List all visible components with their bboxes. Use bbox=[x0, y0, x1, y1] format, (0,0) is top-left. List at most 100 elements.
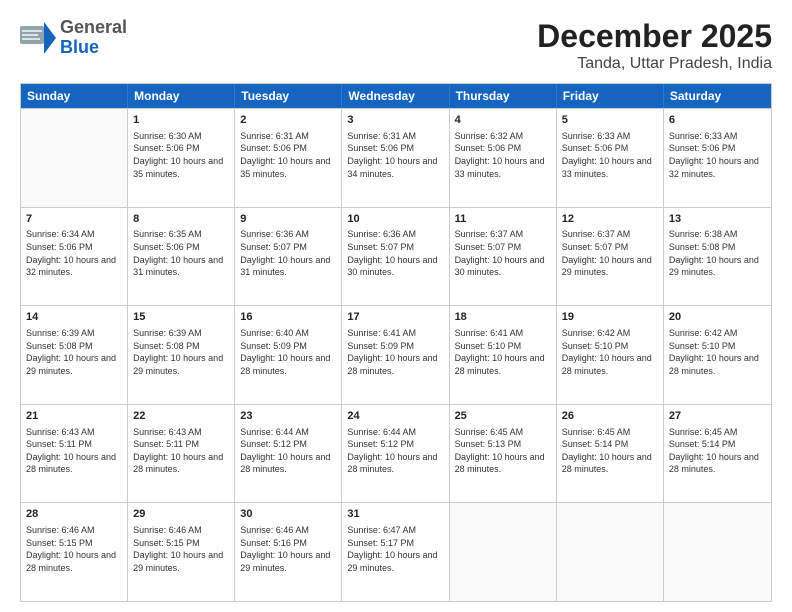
page: General Blue December 2025 Tanda, Uttar … bbox=[0, 0, 792, 612]
day-number: 11 bbox=[455, 212, 551, 227]
calendar-cell: 22 Sunrise: 6:43 AM Sunset: 5:11 PM Dayli… bbox=[128, 405, 235, 503]
header-day-tuesday: Tuesday bbox=[235, 84, 342, 108]
calendar-cell: 24 Sunrise: 6:44 AM Sunset: 5:12 PM Dayli… bbox=[342, 405, 449, 503]
calendar-cell: 10Sunrise: 6:36 AM Sunset: 5:07 PM Dayli… bbox=[342, 208, 449, 306]
day-number: 10 bbox=[347, 212, 443, 227]
calendar-cell: 16Sunrise: 6:40 AM Sunset: 5:09 PM Dayli… bbox=[235, 306, 342, 404]
calendar-cell: 7Sunrise: 6:34 AM Sunset: 5:06 PM Daylig… bbox=[21, 208, 128, 306]
day-number: 23 bbox=[240, 409, 336, 424]
day-number: 21 bbox=[26, 409, 122, 424]
calendar: SundayMondayTuesdayWednesdayThursdayFrid… bbox=[20, 83, 772, 602]
logo-general: General bbox=[60, 18, 127, 38]
cell-info: Sunrise: 6:44 AM Sunset: 5:12 PM Dayligh… bbox=[240, 426, 336, 476]
calendar-cell: 23 Sunrise: 6:44 AM Sunset: 5:12 PM Dayli… bbox=[235, 405, 342, 503]
cell-info: Sunrise: 6:39 AM Sunset: 5:08 PM Dayligh… bbox=[133, 327, 229, 377]
day-number: 9 bbox=[240, 212, 336, 227]
cell-info: Sunrise: 6:46 AM Sunset: 5:15 PM Dayligh… bbox=[26, 524, 122, 574]
calendar-cell: 29 Sunrise: 6:46 AM Sunset: 5:15 PM Dayli… bbox=[128, 503, 235, 601]
day-number: 7 bbox=[26, 212, 122, 227]
cell-info: Sunrise: 6:31 AM Sunset: 5:06 PM Dayligh… bbox=[240, 130, 336, 180]
cell-info: Sunrise: 6:43 AM Sunset: 5:11 PM Dayligh… bbox=[133, 426, 229, 476]
calendar-cell: 1 Sunrise: 6:30 AM Sunset: 5:06 PM Daylig… bbox=[128, 109, 235, 207]
day-number: 3 bbox=[347, 113, 443, 128]
header-day-thursday: Thursday bbox=[450, 84, 557, 108]
day-number: 13 bbox=[669, 212, 766, 227]
cell-info: Sunrise: 6:36 AM Sunset: 5:07 PM Dayligh… bbox=[240, 228, 336, 278]
cell-info: Sunrise: 6:46 AM Sunset: 5:15 PM Dayligh… bbox=[133, 524, 229, 574]
cell-info: Sunrise: 6:30 AM Sunset: 5:06 PM Dayligh… bbox=[133, 130, 229, 180]
day-number: 12 bbox=[562, 212, 658, 227]
cell-info: Sunrise: 6:37 AM Sunset: 5:07 PM Dayligh… bbox=[455, 228, 551, 278]
calendar-cell bbox=[557, 503, 664, 601]
day-number: 31 bbox=[347, 507, 443, 522]
calendar-cell: 17Sunrise: 6:41 AM Sunset: 5:09 PM Dayli… bbox=[342, 306, 449, 404]
day-number: 1 bbox=[133, 113, 229, 128]
cell-info: Sunrise: 6:36 AM Sunset: 5:07 PM Dayligh… bbox=[347, 228, 443, 278]
header-day-wednesday: Wednesday bbox=[342, 84, 449, 108]
day-number: 19 bbox=[562, 310, 658, 325]
logo-icon bbox=[20, 22, 56, 54]
cell-info: Sunrise: 6:42 AM Sunset: 5:10 PM Dayligh… bbox=[562, 327, 658, 377]
cell-info: Sunrise: 6:33 AM Sunset: 5:06 PM Dayligh… bbox=[669, 130, 766, 180]
day-number: 22 bbox=[133, 409, 229, 424]
cell-info: Sunrise: 6:45 AM Sunset: 5:13 PM Dayligh… bbox=[455, 426, 551, 476]
calendar-cell: 31 Sunrise: 6:47 AM Sunset: 5:17 PM Dayli… bbox=[342, 503, 449, 601]
calendar-cell: 27 Sunrise: 6:45 AM Sunset: 5:14 PM Dayli… bbox=[664, 405, 771, 503]
cell-info: Sunrise: 6:41 AM Sunset: 5:10 PM Dayligh… bbox=[455, 327, 551, 377]
calendar-cell: 14 Sunrise: 6:39 AM Sunset: 5:08 PM Dayli… bbox=[21, 306, 128, 404]
month-title: December 2025 bbox=[537, 18, 772, 55]
day-number: 14 bbox=[26, 310, 122, 325]
day-number: 26 bbox=[562, 409, 658, 424]
day-number: 24 bbox=[347, 409, 443, 424]
cell-info: Sunrise: 6:47 AM Sunset: 5:17 PM Dayligh… bbox=[347, 524, 443, 574]
day-number: 25 bbox=[455, 409, 551, 424]
cell-info: Sunrise: 6:45 AM Sunset: 5:14 PM Dayligh… bbox=[562, 426, 658, 476]
calendar-cell bbox=[450, 503, 557, 601]
day-number: 28 bbox=[26, 507, 122, 522]
calendar-cell bbox=[664, 503, 771, 601]
cell-info: Sunrise: 6:39 AM Sunset: 5:08 PM Dayligh… bbox=[26, 327, 122, 377]
calendar-cell: 30Sunrise: 6:46 AM Sunset: 5:16 PM Dayli… bbox=[235, 503, 342, 601]
cell-info: Sunrise: 6:44 AM Sunset: 5:12 PM Dayligh… bbox=[347, 426, 443, 476]
cell-info: Sunrise: 6:43 AM Sunset: 5:11 PM Dayligh… bbox=[26, 426, 122, 476]
calendar-cell: 12Sunrise: 6:37 AM Sunset: 5:07 PM Dayli… bbox=[557, 208, 664, 306]
cell-info: Sunrise: 6:32 AM Sunset: 5:06 PM Dayligh… bbox=[455, 130, 551, 180]
calendar-cell: 8Sunrise: 6:35 AM Sunset: 5:06 PM Daylig… bbox=[128, 208, 235, 306]
calendar-cell: 9Sunrise: 6:36 AM Sunset: 5:07 PM Daylig… bbox=[235, 208, 342, 306]
day-number: 30 bbox=[240, 507, 336, 522]
header: General Blue December 2025 Tanda, Uttar … bbox=[20, 18, 772, 73]
day-number: 5 bbox=[562, 113, 658, 128]
calendar-cell: 2 Sunrise: 6:31 AM Sunset: 5:06 PM Daylig… bbox=[235, 109, 342, 207]
header-day-saturday: Saturday bbox=[664, 84, 771, 108]
cell-info: Sunrise: 6:33 AM Sunset: 5:06 PM Dayligh… bbox=[562, 130, 658, 180]
cell-info: Sunrise: 6:35 AM Sunset: 5:06 PM Dayligh… bbox=[133, 228, 229, 278]
title-block: December 2025 Tanda, Uttar Pradesh, Indi… bbox=[537, 18, 772, 73]
cell-info: Sunrise: 6:38 AM Sunset: 5:08 PM Dayligh… bbox=[669, 228, 766, 278]
cell-info: Sunrise: 6:41 AM Sunset: 5:09 PM Dayligh… bbox=[347, 327, 443, 377]
calendar-cell: 6 Sunrise: 6:33 AM Sunset: 5:06 PM Daylig… bbox=[664, 109, 771, 207]
cell-info: Sunrise: 6:31 AM Sunset: 5:06 PM Dayligh… bbox=[347, 130, 443, 180]
calendar-cell: 13Sunrise: 6:38 AM Sunset: 5:08 PM Dayli… bbox=[664, 208, 771, 306]
calendar-row-3: 14 Sunrise: 6:39 AM Sunset: 5:08 PM Dayli… bbox=[21, 305, 771, 404]
calendar-cell: 15 Sunrise: 6:39 AM Sunset: 5:08 PM Dayli… bbox=[128, 306, 235, 404]
calendar-row-4: 21 Sunrise: 6:43 AM Sunset: 5:11 PM Dayli… bbox=[21, 404, 771, 503]
cell-info: Sunrise: 6:34 AM Sunset: 5:06 PM Dayligh… bbox=[26, 228, 122, 278]
logo: General Blue bbox=[20, 18, 127, 58]
day-number: 2 bbox=[240, 113, 336, 128]
header-day-monday: Monday bbox=[128, 84, 235, 108]
calendar-cell: 3 Sunrise: 6:31 AM Sunset: 5:06 PM Daylig… bbox=[342, 109, 449, 207]
calendar-row-1: 1 Sunrise: 6:30 AM Sunset: 5:06 PM Daylig… bbox=[21, 108, 771, 207]
calendar-cell: 25 Sunrise: 6:45 AM Sunset: 5:13 PM Dayli… bbox=[450, 405, 557, 503]
day-number: 27 bbox=[669, 409, 766, 424]
cell-info: Sunrise: 6:42 AM Sunset: 5:10 PM Dayligh… bbox=[669, 327, 766, 377]
cell-info: Sunrise: 6:45 AM Sunset: 5:14 PM Dayligh… bbox=[669, 426, 766, 476]
calendar-header: SundayMondayTuesdayWednesdayThursdayFrid… bbox=[21, 84, 771, 108]
calendar-cell: 11Sunrise: 6:37 AM Sunset: 5:07 PM Dayli… bbox=[450, 208, 557, 306]
day-number: 29 bbox=[133, 507, 229, 522]
day-number: 15 bbox=[133, 310, 229, 325]
day-number: 8 bbox=[133, 212, 229, 227]
day-number: 6 bbox=[669, 113, 766, 128]
logo-blue: Blue bbox=[60, 38, 127, 58]
calendar-cell: 18Sunrise: 6:41 AM Sunset: 5:10 PM Dayli… bbox=[450, 306, 557, 404]
day-number: 20 bbox=[669, 310, 766, 325]
